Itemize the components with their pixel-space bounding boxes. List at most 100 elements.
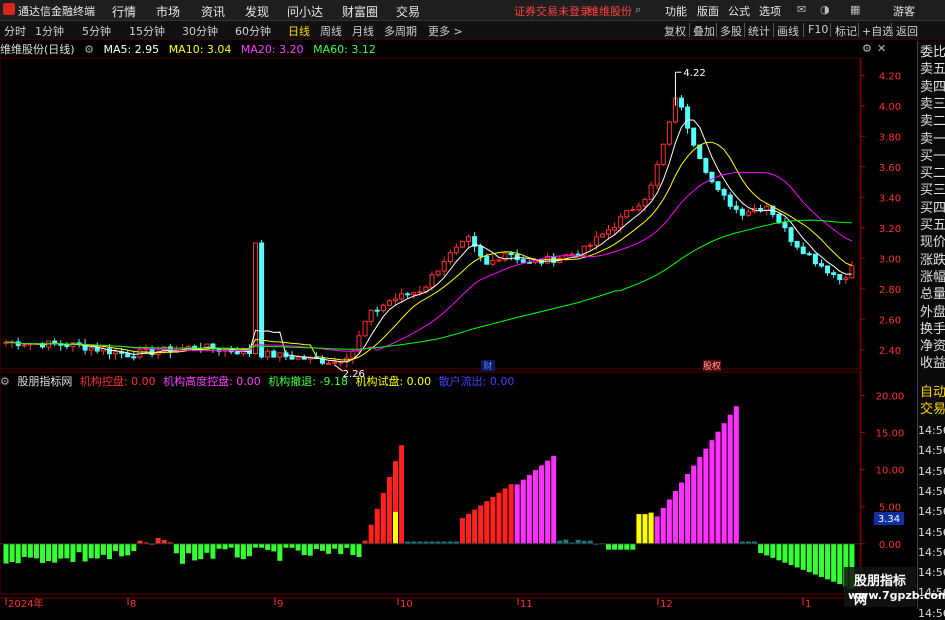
- indicator-bar: [825, 543, 831, 580]
- indicator-bar: [715, 431, 721, 544]
- indicator-bar: [551, 455, 557, 544]
- ma-line-MA5: [5, 119, 852, 363]
- sidebar-label-18[interactable]: 收益: [920, 356, 945, 371]
- candle-body: [392, 298, 398, 302]
- sidebar-label-1[interactable]: 卖五: [920, 62, 945, 77]
- indicator-bar: [301, 543, 307, 556]
- candle-body: [691, 127, 697, 146]
- indicator-bar: [386, 477, 392, 544]
- trade-time-1: 14:56: [918, 444, 945, 458]
- sidebar-label-13[interactable]: 涨幅: [920, 270, 945, 285]
- candle-body: [484, 255, 490, 265]
- indicator-bar: [733, 406, 739, 544]
- indicator-bar: [198, 543, 204, 560]
- ma-line-MA60: [5, 219, 852, 350]
- price-tick-label-3: 3.60: [879, 163, 901, 174]
- indicator-bar: [192, 543, 198, 561]
- indicator-bar: [289, 543, 295, 548]
- ind-tick-label-2: 10.00: [876, 466, 905, 477]
- indicator-bar: [313, 543, 319, 550]
- candle-body: [806, 253, 812, 256]
- indicator-bar: [703, 448, 709, 544]
- indicator-bar: [508, 484, 514, 544]
- trade-time-4: 14:56: [918, 505, 945, 519]
- sidebar-label-6[interactable]: 买一: [920, 149, 945, 164]
- sidebar-label-0[interactable]: 委比: [920, 45, 945, 60]
- candle-body: [88, 347, 94, 351]
- sidebar-label-8[interactable]: 买三: [920, 183, 945, 198]
- candle-body: [417, 291, 423, 294]
- watermark-url: www.7gpzb.com: [848, 589, 945, 602]
- sidebar-label-14[interactable]: 总量: [920, 287, 945, 302]
- candle-body: [234, 351, 240, 355]
- sidebar-label-15[interactable]: 外盘: [920, 305, 945, 320]
- kline-chart[interactable]: 4.20 4.00 3.80 3.60 3.40 3.20 3.00 2.80 2.60 2.40…: [0, 0, 945, 609]
- candle-body: [727, 194, 733, 207]
- ind-jigou-chetui: 机构撤退: -9.18: [268, 375, 348, 388]
- candle-body: [94, 347, 100, 352]
- ind-jigou-shipan: 机构试盘: 0.00: [355, 375, 432, 388]
- indicator-bar: [575, 539, 581, 544]
- candle-body: [654, 164, 660, 186]
- indicator-bar: [155, 537, 161, 544]
- event-cai-marker: 财: [483, 360, 492, 372]
- sidebar-label-7[interactable]: 买二: [920, 166, 945, 181]
- candle-body: [453, 246, 459, 254]
- candle-body: [642, 198, 648, 207]
- current-value-label: 3.34: [878, 514, 900, 525]
- candle-body: [435, 270, 441, 276]
- candle-body: [508, 252, 514, 256]
- candle-body: [843, 277, 849, 281]
- sidebar-label-4[interactable]: 卖二: [920, 114, 945, 129]
- indicator-bar: [88, 543, 94, 559]
- auto-trade-0[interactable]: 自动: [920, 385, 945, 400]
- candle-body: [64, 344, 70, 347]
- indicator-bar: [837, 543, 843, 585]
- ind-tick-label-4: 0.00: [879, 540, 901, 551]
- candle-body: [374, 309, 380, 312]
- candle-body: [837, 274, 843, 281]
- sidebar-label-9[interactable]: 买四: [920, 201, 945, 216]
- sidebar-label-12[interactable]: 涨跌: [920, 253, 945, 268]
- sidebar-label-16[interactable]: 换手: [920, 322, 945, 337]
- candle-body: [277, 352, 283, 358]
- indicator-bar: [539, 465, 545, 544]
- indicator-bar: [21, 543, 27, 557]
- indicator-bar: [234, 543, 240, 558]
- sidebar-label-5[interactable]: 卖一: [920, 132, 945, 147]
- indicator-bar: [806, 543, 812, 573]
- sidebar-label-10[interactable]: 买五: [920, 218, 945, 233]
- indicator-bar: [125, 543, 131, 556]
- candle-body: [271, 350, 277, 358]
- candle-body: [618, 216, 624, 229]
- indicator-bar: [764, 543, 770, 556]
- indicator-bar: [271, 543, 277, 552]
- indicator-bar: [709, 440, 715, 544]
- sidebar-label-3[interactable]: 卖三: [920, 97, 945, 112]
- price-tick-label-5: 3.20: [879, 224, 901, 235]
- indicator-settings-icon[interactable]: ⚙: [0, 375, 10, 388]
- indicator-bar: [253, 543, 259, 548]
- indicator-bar: [246, 543, 252, 557]
- right-quote-sidebar: 委比卖五卖四卖三卖二卖一买一买二买三买四买五现价涨跌涨幅总量外盘换手净资收益自动…: [917, 41, 945, 620]
- candle-body: [386, 300, 392, 306]
- indicator-bar: [831, 543, 837, 582]
- candle-body: [253, 242, 259, 355]
- sidebar-label-17[interactable]: 净资: [920, 339, 945, 354]
- candle-body: [326, 362, 332, 365]
- indicator-bar: [15, 543, 21, 564]
- candle-body: [411, 292, 417, 296]
- price-tick-label-0: 4.20: [879, 71, 901, 82]
- indicator-bar: [636, 514, 642, 544]
- indicator-bar: [685, 474, 691, 544]
- auto-trade-1[interactable]: 交易: [920, 402, 945, 417]
- indicator-bar: [161, 540, 167, 544]
- sidebar-label-11[interactable]: 现价: [920, 235, 945, 250]
- candle-body: [818, 263, 824, 267]
- candle-body: [636, 205, 642, 211]
- candle-body: [788, 227, 794, 242]
- ind-tick-label-1: 15.00: [876, 429, 905, 440]
- sidebar-label-2[interactable]: 卖四: [920, 80, 945, 95]
- indicator-bar: [58, 543, 64, 559]
- indicator-bar: [113, 543, 119, 552]
